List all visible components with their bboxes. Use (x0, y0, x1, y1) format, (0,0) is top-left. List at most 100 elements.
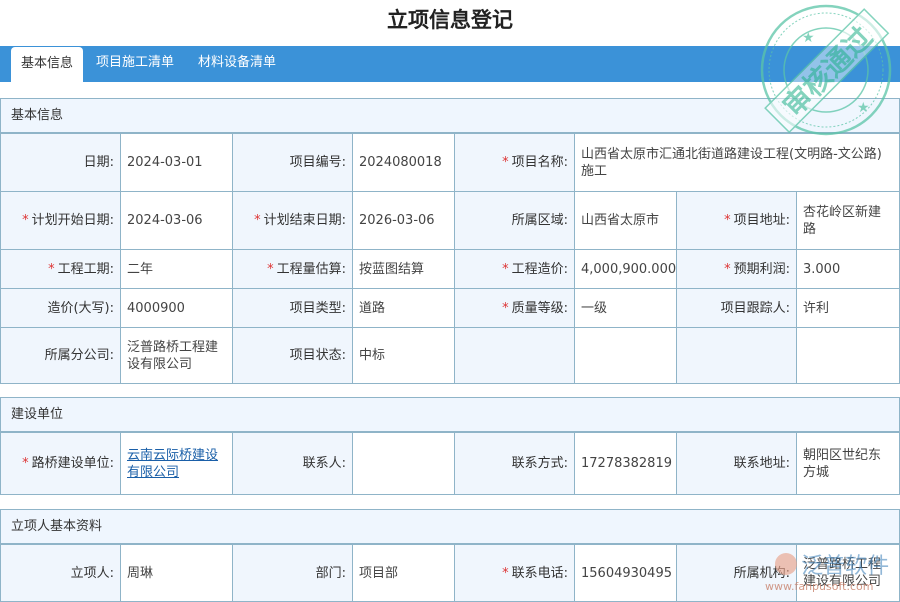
label-text: 部门: (316, 566, 346, 581)
page-title: 立项信息登记 (0, 4, 900, 34)
label-text: 工程造价: (512, 262, 568, 277)
required-marker: * (724, 213, 731, 228)
field-label: 部门: (233, 545, 353, 602)
form-row: *工程工期:二年*工程量估算:按蓝图结算*工程造价:4,000,900.000*… (1, 250, 900, 289)
value-text: 项目部 (359, 566, 398, 581)
value-text: 2026-03-06 (359, 213, 435, 228)
required-marker: * (502, 566, 509, 581)
field-label: 所属区域: (455, 192, 575, 250)
value-text: 山西省太原市汇通北街道路建设工程(文明路-文公路)施工 (581, 147, 882, 179)
label-text: 联系人: (303, 456, 346, 471)
required-marker: * (48, 262, 55, 277)
required-marker: * (502, 155, 509, 170)
field-value: 周琳 (121, 545, 233, 602)
company-link[interactable]: 云南云际桥建设有限公司 (127, 448, 218, 480)
value-text: 泛普路桥工程建设有限公司 (127, 340, 218, 372)
section-2: 立项人基本资料立项人:周琳部门:项目部*联系电话:15604930495所属机构… (0, 509, 900, 602)
label-text: 项目名称: (512, 155, 568, 170)
required-marker: * (22, 456, 29, 471)
field-value: 泛普路桥工程建设有限公司 (797, 545, 900, 602)
value-text: 2024080018 (359, 155, 442, 170)
label-text: 项目地址: (734, 213, 790, 228)
field-label: 联系方式: (455, 433, 575, 495)
field-label: 项目类型: (233, 289, 353, 328)
required-marker: * (254, 213, 261, 228)
field-label: *工程量估算: (233, 250, 353, 289)
label-text: 联系电话: (512, 566, 568, 581)
field-value: 15604930495 (575, 545, 677, 602)
tab-material-equipment-list[interactable]: 材料设备清单 (188, 46, 286, 82)
label-text: 所属区域: (512, 213, 568, 228)
field-label: 所属机构: (677, 545, 797, 602)
field-label: 日期: (1, 134, 121, 192)
field-label: 项目跟踪人: (677, 289, 797, 328)
field-value: 山西省太原市汇通北街道路建设工程(文明路-文公路)施工 (575, 134, 900, 192)
label-text: 立项人: (71, 566, 114, 581)
value-text: 杏花岭区新建路 (803, 205, 881, 237)
required-marker: * (724, 262, 731, 277)
tab-basic-info[interactable]: 基本信息 (11, 47, 83, 82)
label-text: 路桥建设单位: (32, 456, 114, 471)
label-text: 联系方式: (512, 456, 568, 471)
field-label: *项目地址: (677, 192, 797, 250)
field-label: *路桥建设单位: (1, 433, 121, 495)
field-label: *工程造价: (455, 250, 575, 289)
field-value: 朝阳区世纪东方城 (797, 433, 900, 495)
field-value: 按蓝图结算 (353, 250, 455, 289)
form-row: *路桥建设单位:云南云际桥建设有限公司联系人:联系方式:17278382819联… (1, 433, 900, 495)
required-marker: * (502, 262, 509, 277)
field-value: 道路 (353, 289, 455, 328)
field-label (455, 328, 575, 384)
field-value: 2024080018 (353, 134, 455, 192)
label-text: 工程工期: (58, 262, 114, 277)
value-text: 4,000,900.000 (581, 262, 676, 277)
field-label: *联系电话: (455, 545, 575, 602)
section-title: 基本信息 (0, 98, 900, 133)
value-text: 许利 (803, 301, 829, 316)
field-label (677, 328, 797, 384)
section-title: 建设单位 (0, 397, 900, 432)
label-text: 项目类型: (290, 301, 346, 316)
label-text: 计划开始日期: (32, 213, 114, 228)
field-value: 许利 (797, 289, 900, 328)
label-text: 工程量估算: (277, 262, 346, 277)
form-row: 立项人: 周琳 部门: 项目部 *联系电话: 15604930495 所属机构:泛普路桥工程… (1, 545, 900, 602)
field-value (353, 433, 455, 495)
label-text: 计划结束日期: (264, 213, 346, 228)
tab-bar: 基本信息 项目施工清单 材料设备清单 (0, 46, 900, 82)
value-text: 4000900 (127, 301, 185, 316)
field-value: 17278382819 (575, 433, 677, 495)
field-value: 杏花岭区新建路 (797, 192, 900, 250)
value-text: 2024-03-06 (127, 213, 203, 228)
value-text: 泛普路桥工程建设有限公司 (803, 557, 881, 589)
value-text: 15604930495 (581, 566, 672, 581)
field-label: 立项人: (1, 545, 121, 602)
label-text: 日期: (84, 155, 114, 170)
required-marker: * (22, 213, 29, 228)
tab-construction-list[interactable]: 项目施工清单 (86, 46, 184, 82)
value-text: 山西省太原市 (581, 213, 659, 228)
value-text: 中标 (359, 348, 385, 363)
required-marker: * (502, 301, 509, 316)
field-value: 4,000,900.000 (575, 250, 677, 289)
field-label: *计划结束日期: (233, 192, 353, 250)
value-text: 17278382819 (581, 456, 672, 471)
field-value: 中标 (353, 328, 455, 384)
label-text: 质量等级: (512, 301, 568, 316)
form-row: 日期:2024-03-01项目编号:2024080018*项目名称:山西省太原市… (1, 134, 900, 192)
value-text: 二年 (127, 262, 153, 277)
field-value: 云南云际桥建设有限公司 (121, 433, 233, 495)
label-text: 造价(大写): (47, 301, 114, 316)
field-label: *项目名称: (455, 134, 575, 192)
field-value: 4000900 (121, 289, 233, 328)
value-text: 一级 (581, 301, 607, 316)
value-text: 周琳 (127, 566, 153, 581)
field-label: *计划开始日期: (1, 192, 121, 250)
field-value: 2026-03-06 (353, 192, 455, 250)
field-value: 3.000 (797, 250, 900, 289)
field-label: *预期利润: (677, 250, 797, 289)
section-0: 基本信息日期:2024-03-01项目编号:2024080018*项目名称:山西… (0, 98, 900, 384)
field-value: 2024-03-01 (121, 134, 233, 192)
value-text: 按蓝图结算 (359, 262, 424, 277)
field-value: 一级 (575, 289, 677, 328)
